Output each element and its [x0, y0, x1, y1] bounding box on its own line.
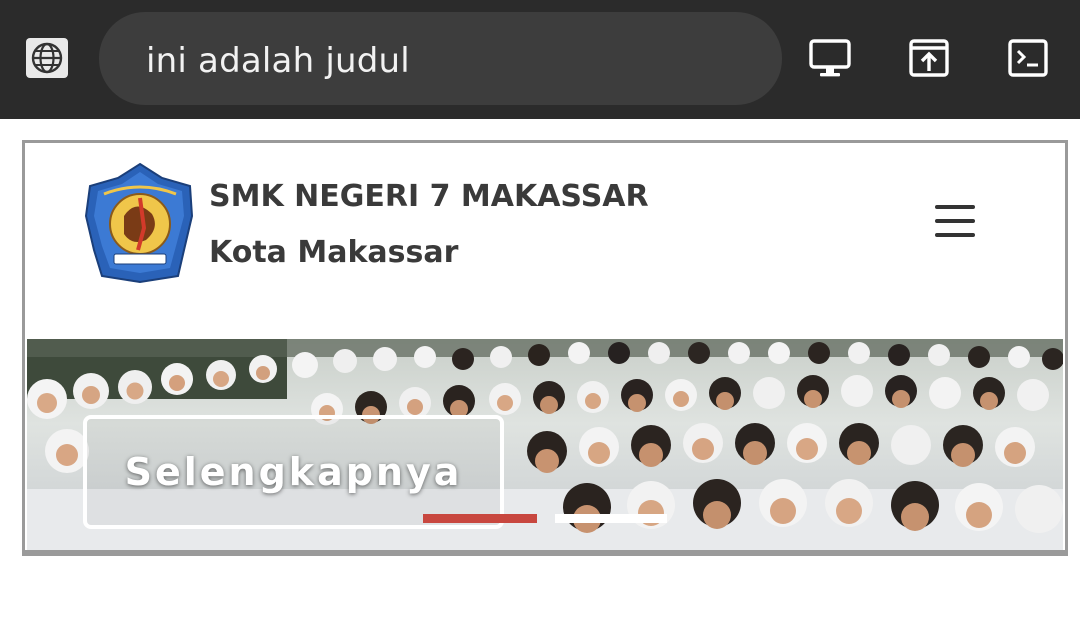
address-text[interactable]: ini adalah judul — [146, 41, 410, 81]
hamburger-icon[interactable] — [935, 201, 977, 241]
school-city: Kota Makassar — [209, 235, 459, 270]
read-more-button[interactable]: Selengkapnya — [83, 415, 504, 529]
slide-indicator-1[interactable] — [423, 514, 537, 523]
open-in-icon[interactable] — [907, 36, 951, 80]
address-bar[interactable]: ini adalah judul — [99, 12, 782, 105]
terminal-icon[interactable] — [1006, 36, 1050, 80]
desktop-icon[interactable] — [808, 36, 852, 80]
read-more-label: Selengkapnya — [124, 450, 463, 494]
globe-icon[interactable] — [26, 38, 68, 78]
school-logo[interactable] — [80, 158, 200, 286]
web-page: SMK NEGERI 7 MAKASSAR Kota Makassar Sele… — [22, 140, 1068, 556]
browser-toolbar: ini adalah judul — [0, 0, 1080, 119]
school-name[interactable]: SMK NEGERI 7 MAKASSAR — [209, 179, 649, 214]
hero-banner: Selengkapnya — [27, 339, 1063, 550]
slide-indicator-2[interactable] — [555, 514, 667, 523]
